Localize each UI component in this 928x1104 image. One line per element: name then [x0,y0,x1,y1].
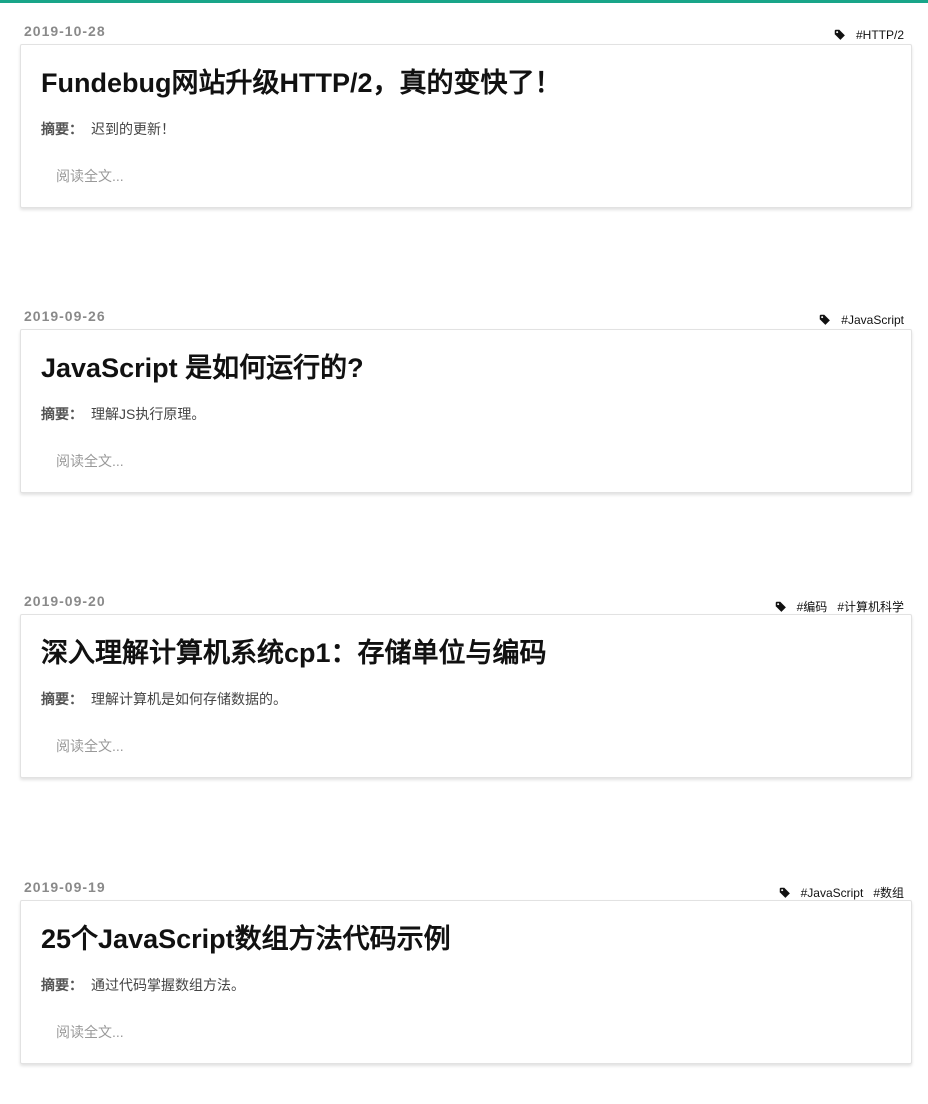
summary-label: 摘要： [41,406,83,422]
tag-icon [779,887,790,898]
post-card: Fundebug网站升级HTTP/2，真的变快了！ 摘要： 迟到的更新！ 阅读全文… [20,44,912,208]
post-tags: #JavaScript [819,313,904,327]
post-item: 2019-09-19 #JavaScript #数组 25个JavaScript… [0,876,928,1076]
post-tags: #HTTP/2 [834,28,904,42]
post-item: 2019-09-26 #JavaScript JavaScript 是如何运行的… [0,305,928,505]
post-date: 2019-09-19 [24,879,106,895]
tag-link[interactable]: #HTTP/2 [856,28,904,42]
post-card: 25个JavaScript数组方法代码示例 摘要： 通过代码掌握数组方法。 阅读全… [20,900,912,1064]
tag-link[interactable]: #JavaScript [841,313,904,327]
top-accent-bar [0,0,928,3]
post-tags: #JavaScript #数组 [779,884,904,901]
post-title[interactable]: 深入理解计算机系统cp1：存储单位与编码 [41,631,547,670]
post-card: JavaScript 是如何运行的? 摘要： 理解JS执行原理。 阅读全文... [20,329,912,493]
tag-link[interactable]: #JavaScript [801,886,864,900]
read-more-link[interactable]: 阅读全文... [56,1022,124,1042]
post-summary: 摘要： 迟到的更新！ [41,119,175,139]
post-title[interactable]: JavaScript 是如何运行的? [41,346,364,385]
post-date: 2019-09-20 [24,593,106,609]
post-item: 2019-09-20 #编码 #计算机科学 深入理解计算机系统cp1：存储单位与… [0,590,928,790]
tag-link[interactable]: #计算机科学 [837,598,904,615]
tag-icon [820,314,831,325]
summary-label: 摘要： [41,977,83,993]
summary-label: 摘要： [41,691,83,707]
summary-text: 理解计算机是如何存储数据的。 [91,691,287,707]
summary-text: 通过代码掌握数组方法。 [91,977,245,993]
post-title[interactable]: 25个JavaScript数组方法代码示例 [41,917,451,956]
summary-text: 迟到的更新！ [91,121,175,137]
post-item: 2019-10-28 #HTTP/2 Fundebug网站升级HTTP/2，真的… [0,20,928,220]
summary-text: 理解JS执行原理。 [91,406,206,422]
post-date: 2019-10-28 [24,23,106,39]
read-more-link[interactable]: 阅读全文... [56,736,124,756]
tag-link[interactable]: #数组 [873,884,904,901]
tag-icon [834,29,845,40]
post-tags: #编码 #计算机科学 [775,598,904,615]
read-more-link[interactable]: 阅读全文... [56,166,124,186]
post-date: 2019-09-26 [24,308,106,324]
post-summary: 摘要： 理解JS执行原理。 [41,404,205,424]
post-summary: 摘要： 通过代码掌握数组方法。 [41,975,245,995]
summary-label: 摘要： [41,121,83,137]
tag-icon [775,601,786,612]
tag-link[interactable]: #编码 [797,598,828,615]
read-more-link[interactable]: 阅读全文... [56,451,124,471]
post-card: 深入理解计算机系统cp1：存储单位与编码 摘要： 理解计算机是如何存储数据的。 阅… [20,614,912,778]
post-title[interactable]: Fundebug网站升级HTTP/2，真的变快了！ [41,61,561,100]
post-summary: 摘要： 理解计算机是如何存储数据的。 [41,689,287,709]
